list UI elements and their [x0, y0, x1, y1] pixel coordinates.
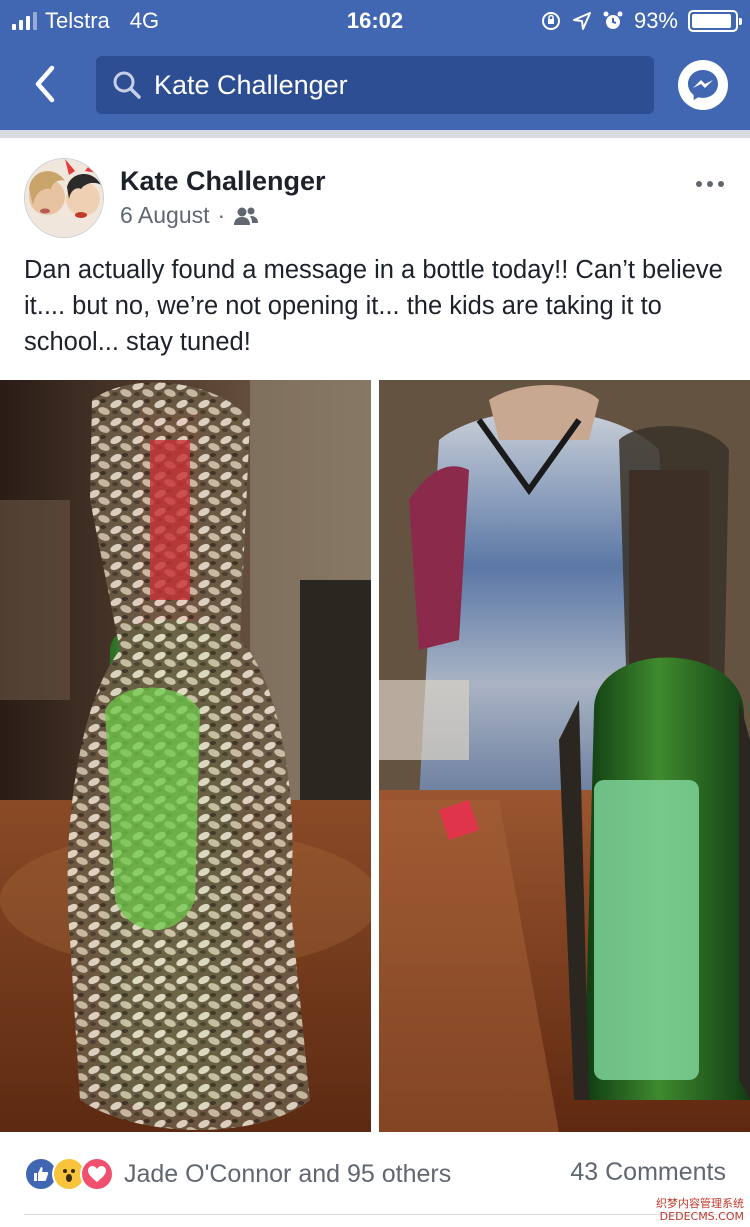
top-navigation-bar: Telstra 4G 16:02 93% Kate Challenger [0, 0, 750, 130]
post-meta: 6 August · [120, 202, 259, 229]
chevron-left-icon [35, 65, 55, 103]
watermark-line-2: DEDECMS.COM [659, 1210, 744, 1223]
rotation-lock-icon [541, 12, 560, 30]
search-icon [113, 71, 141, 99]
status-bar: Telstra 4G 16:02 93% [0, 0, 750, 40]
watermark: 织梦内容管理系统 DEDECMS.COM [656, 1197, 744, 1223]
post-date[interactable]: 6 August [120, 202, 210, 229]
back-button[interactable] [28, 64, 68, 104]
search-bar[interactable]: Kate Challenger [96, 56, 654, 114]
battery-percentage: 93% [633, 8, 678, 33]
status-right: 93% [540, 8, 742, 34]
footer-divider [24, 1214, 734, 1215]
post-photo-barnacle-bottle[interactable] [0, 380, 371, 1132]
meta-separator: · [217, 202, 226, 228]
author-avatar[interactable] [24, 158, 104, 238]
ellipsis-icon [696, 181, 702, 187]
search-query: Kate Challenger [154, 70, 348, 100]
reactions-summary: Jade O'Connor and 95 others [124, 1159, 452, 1188]
comments-count[interactable]: 43 Comments [570, 1158, 726, 1187]
messenger-button[interactable] [678, 60, 728, 110]
messenger-icon [688, 70, 718, 100]
battery-icon [688, 10, 742, 32]
post-photo-message-bottle[interactable] [379, 380, 750, 1132]
more-options-button[interactable] [690, 174, 730, 194]
alarm-clock-icon [603, 11, 623, 29]
watermark-line-1: 织梦内容管理系统 [656, 1197, 744, 1210]
post-author-name[interactable]: Kate Challenger [120, 166, 326, 197]
location-arrow-icon [572, 12, 591, 30]
header-separator [0, 130, 750, 138]
friends-icon [234, 207, 259, 225]
post-text: Dan actually found a message in a bottle… [24, 256, 723, 356]
love-reaction-icon [80, 1157, 114, 1191]
